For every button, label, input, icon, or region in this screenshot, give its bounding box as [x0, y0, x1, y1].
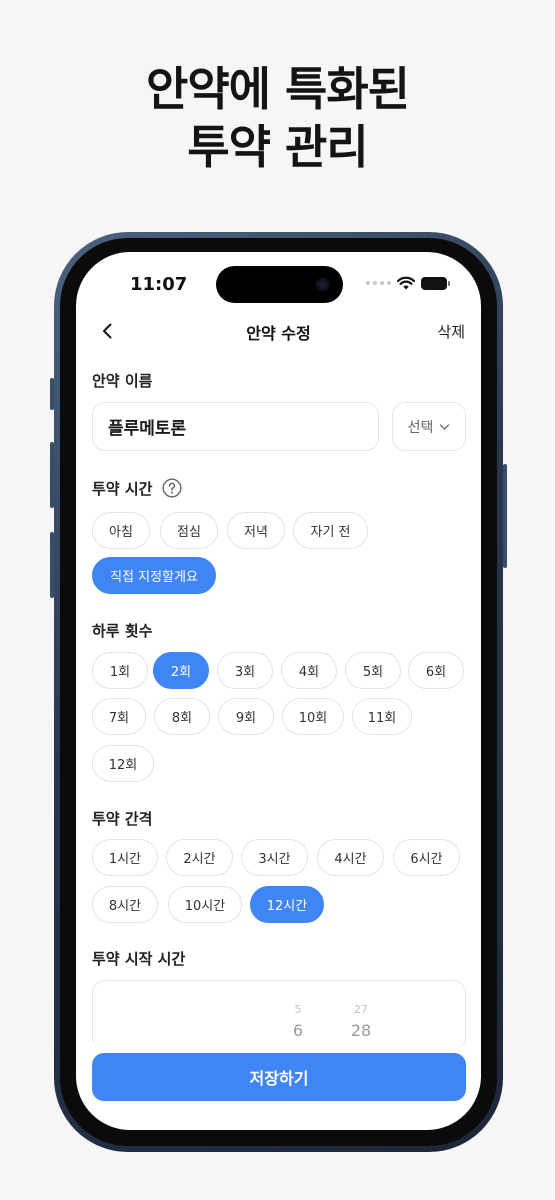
start-time-label: 투약 시작 시간	[92, 950, 186, 968]
chip-interval-2h[interactable]: 2시간	[166, 839, 233, 876]
camera-icon	[316, 278, 329, 291]
delete-button[interactable]: 삭제	[437, 321, 465, 342]
chip-count-5[interactable]: 5회	[345, 652, 401, 689]
chip-count-7[interactable]: 7회	[92, 698, 146, 735]
chip-interval-6h[interactable]: 6시간	[393, 839, 460, 876]
chip-count-12[interactable]: 12회	[92, 745, 154, 782]
battery-icon	[421, 276, 450, 290]
promo-headline: 안약에 특화된 투약 관리	[0, 60, 555, 176]
chip-interval-12h[interactable]: 12시간	[250, 886, 324, 923]
help-icon[interactable]	[162, 478, 182, 498]
interval-label: 투약 간격	[92, 810, 153, 828]
picker-minute-prev: 27	[354, 1003, 368, 1016]
chip-count-4[interactable]: 4회	[281, 652, 337, 689]
status-time: 11:07	[130, 274, 188, 295]
eyedrop-name-value: 플루메토론	[108, 419, 187, 439]
chip-time-lunch[interactable]: 점심	[160, 512, 218, 549]
dynamic-island	[216, 266, 343, 303]
chip-count-2[interactable]: 2회	[153, 652, 209, 689]
bottom-fade	[76, 1038, 481, 1052]
chip-count-6[interactable]: 6회	[408, 652, 464, 689]
select-dropdown[interactable]: 선택	[392, 402, 466, 451]
signal-icon	[366, 281, 391, 285]
chip-interval-10h[interactable]: 10시간	[168, 886, 242, 923]
chip-time-morning[interactable]: 아침	[92, 512, 150, 549]
picker-hour-prev: 5	[294, 1003, 302, 1016]
status-icons	[366, 276, 450, 290]
action-button	[50, 378, 54, 410]
chip-interval-3h[interactable]: 3시간	[241, 839, 308, 876]
time-label: 투약 시간	[92, 480, 153, 498]
chip-interval-1h[interactable]: 1시간	[92, 839, 158, 876]
wifi-icon	[397, 276, 415, 290]
app-screen: 11:07 안약 수정 삭제 안약 이름 플루메토론 선택 투약 시간 아침 점…	[76, 252, 481, 1130]
volume-down-button	[50, 532, 54, 598]
chip-time-custom[interactable]: 직접 지정할게요	[92, 557, 216, 594]
save-button[interactable]: 저장하기	[92, 1053, 466, 1101]
select-label: 선택	[407, 419, 434, 436]
headline-line-1: 안약에 특화된	[146, 62, 410, 116]
count-label: 하루 횟수	[92, 622, 153, 640]
headline-line-2: 투약 관리	[187, 120, 368, 174]
chip-count-9[interactable]: 9회	[218, 698, 274, 735]
eyedrop-name-input[interactable]: 플루메토론	[92, 402, 379, 451]
name-label: 안약 이름	[92, 372, 153, 390]
power-button	[503, 464, 507, 568]
page-title: 안약 수정	[246, 324, 311, 343]
chip-count-11[interactable]: 11회	[352, 698, 412, 735]
chip-time-evening[interactable]: 저녁	[227, 512, 285, 549]
chip-count-8[interactable]: 8회	[154, 698, 210, 735]
chip-interval-8h[interactable]: 8시간	[92, 886, 158, 923]
chevron-down-icon	[440, 423, 450, 430]
chip-count-10[interactable]: 10회	[282, 698, 344, 735]
chip-time-bedtime[interactable]: 자기 전	[293, 512, 368, 549]
chip-interval-4h[interactable]: 4시간	[317, 839, 384, 876]
chip-count-1[interactable]: 1회	[92, 652, 148, 689]
nav-bar: 안약 수정 삭제	[76, 320, 481, 343]
volume-up-button	[50, 442, 54, 508]
chip-count-3[interactable]: 3회	[217, 652, 273, 689]
